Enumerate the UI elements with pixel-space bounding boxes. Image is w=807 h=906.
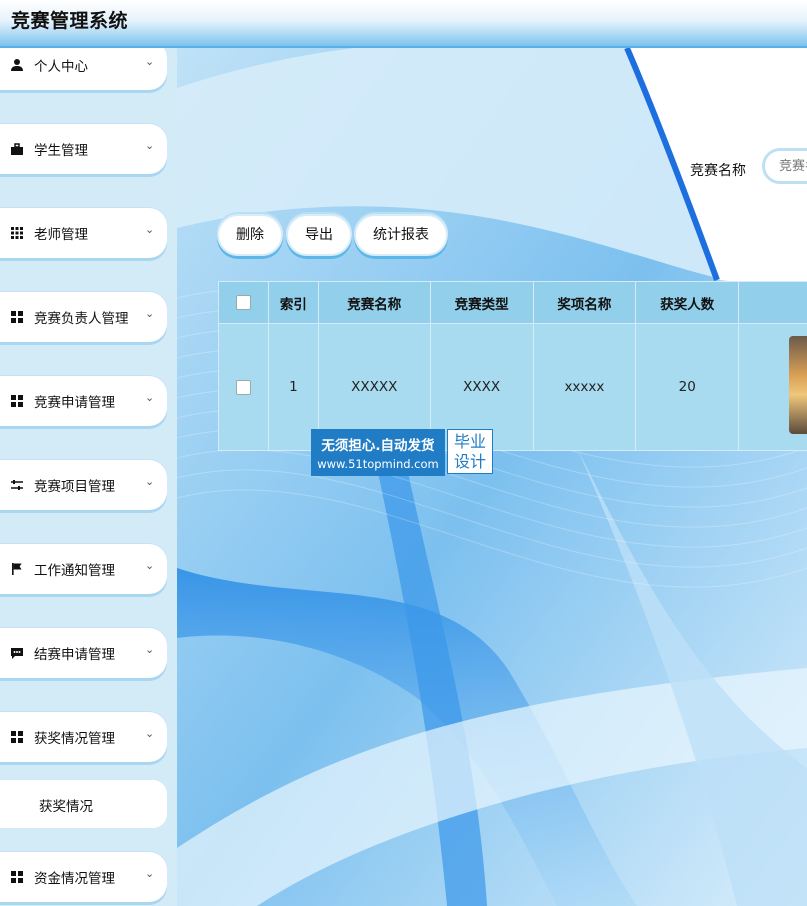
cell-count: 20 — [635, 323, 740, 451]
sidebar-item-label: 资金情况管理 — [34, 871, 115, 887]
apps-icon — [10, 730, 24, 744]
sidebar-item-teacher-management[interactable]: 老师管理 ⌄ — [0, 208, 167, 258]
chevron-down-icon: ⌄ — [145, 475, 155, 488]
sidebar-item-label: 结赛申请管理 — [34, 647, 115, 663]
sidebar-subitem-label: 获奖情况 — [39, 799, 93, 815]
cell-award: xxxxx — [532, 323, 637, 451]
sidebar-item-label: 学生管理 — [34, 143, 88, 159]
select-all-cell[interactable] — [218, 281, 269, 324]
row-select-cell[interactable] — [218, 323, 269, 451]
watermark-line1: 无须担心.自动发货 — [321, 438, 435, 454]
column-header: 竞赛类型 — [429, 281, 534, 324]
sidebar-item-competition-project-management[interactable]: 竞赛项目管理 ⌄ — [0, 460, 167, 510]
chevron-down-icon: ⌄ — [145, 727, 155, 740]
apps-icon — [10, 870, 24, 884]
chevron-down-icon: ⌄ — [145, 391, 155, 404]
table-row[interactable]: 1 XXXXX XXXX xxxxx 20 — [218, 323, 807, 451]
chevron-down-icon: ⌄ — [145, 643, 155, 656]
sidebar-item-student-management[interactable]: 学生管理 ⌄ — [0, 124, 167, 174]
chevron-down-icon: ⌄ — [145, 223, 155, 236]
column-header: 奖项名称 — [532, 281, 637, 324]
sidebar: 个人中心 ⌄ 学生管理 ⌄ 老师管理 ⌄ 竞赛负责人管理 ⌄ 竞赛申请管理 ⌄ — [0, 48, 177, 906]
search-label: 竞赛名称 — [690, 163, 746, 179]
main-content: 竞赛名称 删除 导出 统计报表 索引 竞赛名称 竞赛类型 奖项名称 获奖人数 1… — [177, 48, 807, 906]
chevron-down-icon: ⌄ — [145, 867, 155, 880]
sidebar-item-personal-center[interactable]: 个人中心 ⌄ — [0, 48, 167, 90]
sidebar-item-competition-application-management[interactable]: 竞赛申请管理 ⌄ — [0, 376, 167, 426]
watermark-panel: 无须担心.自动发货 www.51topmind.com — [311, 429, 445, 476]
column-header: 索引 — [267, 281, 319, 324]
sidebar-item-work-notice-management[interactable]: 工作通知管理 ⌄ — [0, 544, 167, 594]
column-header: 获奖人数 — [635, 281, 740, 324]
award-image-thumbnail[interactable] — [789, 336, 807, 434]
comment-icon — [10, 646, 24, 660]
sidebar-item-label: 竞赛负责人管理 — [34, 311, 129, 327]
delete-button[interactable]: 删除 — [217, 214, 283, 256]
row-checkbox[interactable] — [235, 379, 251, 395]
sidebar-item-award-management[interactable]: 获奖情况管理 ⌄ — [0, 712, 167, 762]
table-header-row: 索引 竞赛名称 竞赛类型 奖项名称 获奖人数 — [218, 281, 807, 324]
data-table: 索引 竞赛名称 竞赛类型 奖项名称 获奖人数 1 XXXXX XXXX xxxx… — [218, 281, 807, 451]
column-header: 竞赛名称 — [317, 281, 431, 324]
sidebar-item-label: 工作通知管理 — [34, 563, 115, 579]
chevron-down-icon: ⌄ — [145, 559, 155, 572]
select-all-checkbox[interactable] — [235, 295, 251, 310]
sidebar-item-fund-management[interactable]: 资金情况管理 ⌄ — [0, 852, 167, 902]
sidebar-item-label: 竞赛项目管理 — [34, 479, 115, 495]
chevron-down-icon: ⌄ — [145, 307, 155, 320]
watermark: 无须担心.自动发货 www.51topmind.com 毕业设计 — [311, 429, 494, 476]
search-input[interactable] — [762, 148, 807, 184]
sidebar-item-label: 老师管理 — [34, 227, 88, 243]
chevron-down-icon: ⌄ — [145, 55, 155, 68]
report-button[interactable]: 统计报表 — [354, 214, 448, 256]
sidebar-item-label: 获奖情况管理 — [34, 731, 115, 747]
sidebar-item-label: 个人中心 — [34, 59, 88, 75]
watermark-line2: www.51topmind.com — [317, 457, 439, 471]
sidebar-subitem-award-status[interactable]: 获奖情况 — [0, 780, 167, 828]
sliders-icon — [10, 478, 24, 492]
export-button[interactable]: 导出 — [286, 214, 352, 256]
user-icon — [10, 58, 24, 72]
grid-icon — [10, 226, 24, 240]
briefcase-icon — [10, 142, 24, 156]
chevron-down-icon: ⌄ — [145, 139, 155, 152]
sidebar-item-completion-application-management[interactable]: 结赛申请管理 ⌄ — [0, 628, 167, 678]
column-header-extra — [738, 281, 807, 324]
apps-icon — [10, 394, 24, 408]
app-title: 竞赛管理系统 — [11, 10, 129, 32]
header-bar: 竞赛管理系统 — [0, 0, 807, 48]
sidebar-item-competition-leader-management[interactable]: 竞赛负责人管理 ⌄ — [0, 292, 167, 342]
sidebar-item-label: 竞赛申请管理 — [34, 395, 115, 411]
watermark-badge: 毕业设计 — [447, 429, 493, 474]
apps-icon — [10, 310, 24, 324]
flag-icon — [10, 562, 24, 576]
